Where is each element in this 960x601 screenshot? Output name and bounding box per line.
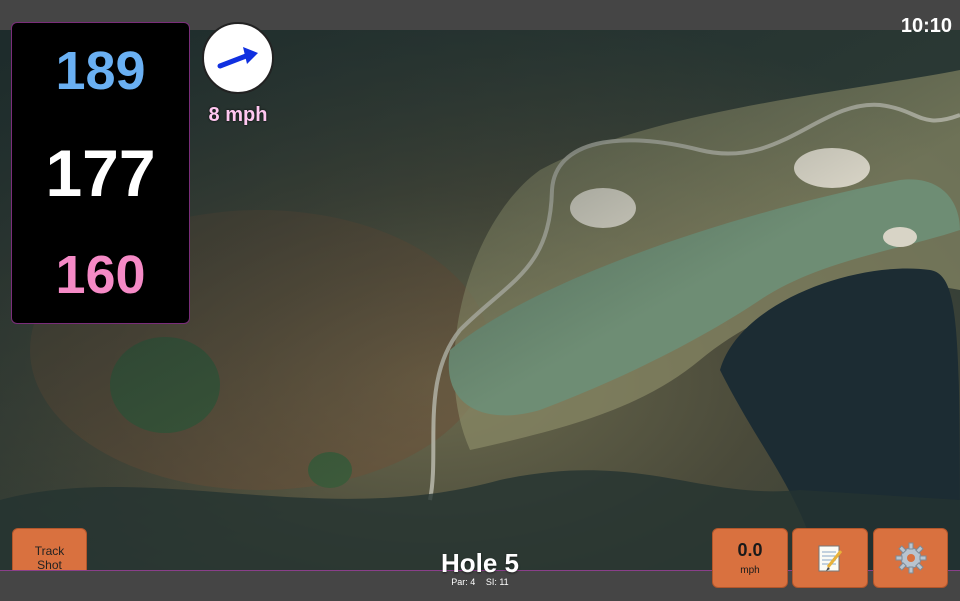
settings-button[interactable] [873,528,948,588]
wind-indicator[interactable] [202,22,274,94]
wind-speed: 8 mph [208,104,268,126]
notepad-icon [818,545,843,572]
hole-title: Hole 5 [440,548,520,578]
front-distance: 160 [55,245,146,305]
middle-distance: 177 [45,136,156,210]
speed-value: 0.0 [737,540,763,560]
wind-arrow-icon [217,47,258,69]
hole-info: Par: 4 SI: 11 [380,577,580,587]
notes-button[interactable] [792,528,868,588]
gear-icon [895,542,926,574]
back-distance: 189 [55,41,146,101]
distance-panel: 189 177 160 [11,22,190,324]
track-shot-label-line1: Track [34,544,65,558]
clock: 10:10 [900,15,952,37]
speed-button[interactable]: 0.0 mph [712,528,788,588]
hole-par: Par: 4 [451,577,476,587]
speed-unit: mph [740,565,760,576]
hole-stroke-index: SI: 11 [485,577,509,587]
